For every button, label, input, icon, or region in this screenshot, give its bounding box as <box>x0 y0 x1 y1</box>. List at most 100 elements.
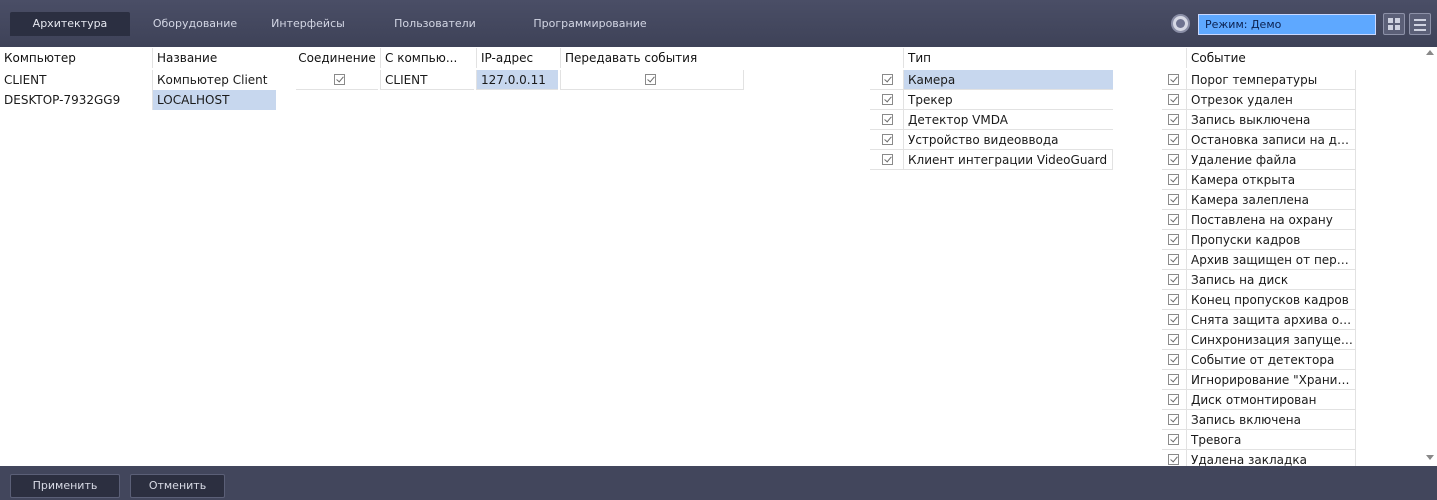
list-item[interactable]: Остановка записи на диск <box>1186 130 1356 150</box>
scroll-down-arrow-icon[interactable] <box>1426 455 1434 460</box>
scroll-up-arrow-icon[interactable] <box>1426 50 1434 55</box>
list-item-check[interactable] <box>1162 250 1186 270</box>
list-item[interactable]: Синхронизация запущена <box>1186 330 1356 350</box>
list-item[interactable]: Устройство видеоввода <box>903 130 1113 150</box>
list-item[interactable]: Событие от детектора <box>1186 350 1356 370</box>
list-item[interactable]: Архив защищен от переза.. <box>1186 250 1356 270</box>
event-checkbox[interactable] <box>1168 414 1179 425</box>
list-item-check[interactable] <box>1162 370 1186 390</box>
tab-architecture[interactable]: Архитектура <box>10 12 130 36</box>
table-row-computer[interactable]: CLIENT <box>0 70 150 90</box>
list-item-check[interactable] <box>1162 270 1186 290</box>
menu-button[interactable] <box>1409 13 1431 35</box>
list-item-check[interactable] <box>1162 190 1186 210</box>
mode-icon[interactable] <box>1171 14 1190 33</box>
event-checkbox[interactable] <box>1168 354 1179 365</box>
tab-programming[interactable]: Программирование <box>520 12 660 36</box>
list-item-check[interactable] <box>870 130 903 150</box>
event-checkbox[interactable] <box>1168 234 1179 245</box>
event-checkbox[interactable] <box>1168 274 1179 285</box>
list-item-check[interactable] <box>1162 90 1186 110</box>
list-item[interactable]: Камера залеплена <box>1186 190 1356 210</box>
event-checkbox[interactable] <box>1168 114 1179 125</box>
event-checkbox[interactable] <box>1168 174 1179 185</box>
table-row-name[interactable]: Компьютер Client <box>152 70 276 90</box>
list-item-check[interactable] <box>1162 390 1186 410</box>
column-header-name[interactable]: Название <box>152 48 276 68</box>
event-checkbox[interactable] <box>1168 194 1179 205</box>
table-row-name[interactable]: LOCALHOST <box>152 90 276 110</box>
list-item-check[interactable] <box>1162 70 1186 90</box>
event-checkbox[interactable] <box>1168 154 1179 165</box>
list-item-check[interactable] <box>1162 150 1186 170</box>
event-checkbox[interactable] <box>1168 94 1179 105</box>
list-item[interactable]: Диск отмонтирован <box>1186 390 1356 410</box>
list-item-check[interactable] <box>1162 350 1186 370</box>
list-item[interactable]: Удаление файла <box>1186 150 1356 170</box>
list-item[interactable]: Запись на диск <box>1186 270 1356 290</box>
event-checkbox[interactable] <box>1168 294 1179 305</box>
list-item[interactable]: Детектор VMDA <box>903 110 1113 130</box>
list-item[interactable]: Камера <box>903 70 1113 90</box>
event-checkbox[interactable] <box>1168 74 1179 85</box>
list-item[interactable]: Порог температуры <box>1186 70 1356 90</box>
list-item[interactable]: Отрезок удален <box>1186 90 1356 110</box>
event-checkbox[interactable] <box>1168 374 1179 385</box>
list-item[interactable]: Тревога <box>1186 430 1356 450</box>
column-header-send-events[interactable]: Передавать события <box>560 48 744 68</box>
connection-checkbox[interactable] <box>334 74 345 85</box>
list-item-check[interactable] <box>1162 290 1186 310</box>
list-item-check[interactable] <box>870 150 903 170</box>
list-item-check[interactable] <box>1162 410 1186 430</box>
list-item[interactable]: Камера открыта <box>1186 170 1356 190</box>
list-item[interactable]: Поставлена на охрану <box>1186 210 1356 230</box>
event-checkbox[interactable] <box>1168 334 1179 345</box>
list-item-check[interactable] <box>1162 230 1186 250</box>
column-header-computer[interactable]: Компьютер <box>0 48 150 68</box>
list-item-check[interactable] <box>870 110 903 130</box>
type-checkbox[interactable] <box>882 134 893 145</box>
list-item-check[interactable] <box>1162 310 1186 330</box>
table-row-computer[interactable]: DESKTOP-7932GG9 <box>0 90 150 110</box>
list-item[interactable]: Клиент интеграции VideoGuard <box>903 150 1113 170</box>
event-checkbox[interactable] <box>1168 214 1179 225</box>
type-checkbox[interactable] <box>882 74 893 85</box>
list-item[interactable]: Трекер <box>903 90 1113 110</box>
list-item[interactable]: Снята защита архива от пе.. <box>1186 310 1356 330</box>
type-checkbox[interactable] <box>882 94 893 105</box>
list-item-check[interactable] <box>1162 330 1186 350</box>
tab-users[interactable]: Пользователи <box>380 12 490 36</box>
column-header-event[interactable]: Событие <box>1186 48 1356 68</box>
grid-layout-button[interactable] <box>1383 13 1405 35</box>
list-item[interactable]: Запись выключена <box>1186 110 1356 130</box>
apply-button[interactable]: Применить <box>10 474 120 498</box>
tab-equipment[interactable]: Оборудование <box>140 12 250 36</box>
list-item[interactable]: Конец пропусков кадров <box>1186 290 1356 310</box>
list-item[interactable]: Запись включена <box>1186 410 1356 430</box>
list-item-check[interactable] <box>1162 170 1186 190</box>
type-checkbox[interactable] <box>882 114 893 125</box>
event-checkbox[interactable] <box>1168 394 1179 405</box>
column-header-from-computer[interactable]: С компью... <box>380 48 474 68</box>
column-header-connection[interactable]: Соединение <box>296 48 378 68</box>
event-checkbox[interactable] <box>1168 434 1179 445</box>
list-item-check[interactable] <box>1162 430 1186 450</box>
list-item[interactable]: Пропуски кадров <box>1186 230 1356 250</box>
column-header-type[interactable]: Тип <box>903 48 1113 68</box>
event-checkbox[interactable] <box>1168 454 1179 465</box>
list-item-check[interactable] <box>870 90 903 110</box>
event-checkbox[interactable] <box>1168 314 1179 325</box>
from-computer-cell[interactable]: CLIENT <box>380 70 474 90</box>
list-item[interactable]: Игнорирование "Хранить .. <box>1186 370 1356 390</box>
mode-field[interactable]: Режим: Демо <box>1198 14 1376 35</box>
send-events-checkbox[interactable] <box>645 74 656 85</box>
list-item-check[interactable] <box>1162 130 1186 150</box>
column-header-ip[interactable]: IP-адрес <box>476 48 558 68</box>
connection-cell[interactable] <box>296 70 378 90</box>
cancel-button[interactable]: Отменить <box>130 474 225 498</box>
send-events-cell[interactable] <box>560 70 744 90</box>
event-checkbox[interactable] <box>1168 134 1179 145</box>
list-item-check[interactable] <box>1162 110 1186 130</box>
tab-interfaces[interactable]: Интерфейсы <box>258 12 358 36</box>
event-checkbox[interactable] <box>1168 254 1179 265</box>
